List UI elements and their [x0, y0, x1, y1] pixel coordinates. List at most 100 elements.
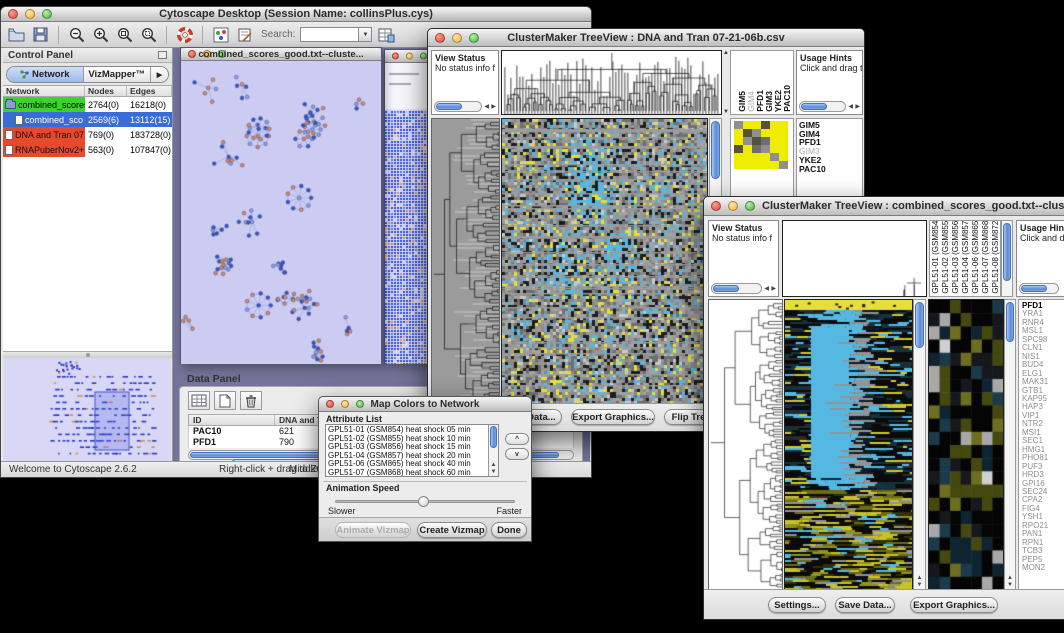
matrix-cell[interactable] [761, 129, 770, 137]
matrix-cell[interactable] [779, 161, 788, 169]
treeview1-titlebar[interactable]: ClusterMaker TreeView : DNA and Tran 07-… [428, 29, 864, 47]
close-icon[interactable] [392, 53, 399, 60]
scrollbar-thumb[interactable] [490, 426, 497, 448]
move-up-button[interactable]: ^ [505, 433, 529, 445]
view-status-scrollbar[interactable] [434, 101, 482, 112]
gene-dendrogram-panel[interactable] [431, 118, 500, 405]
matrix-cell[interactable] [770, 145, 779, 153]
matrix-cell[interactable] [734, 153, 743, 161]
search-dropdown-icon[interactable]: ▼ [358, 28, 371, 41]
matrix-cell[interactable] [734, 145, 743, 153]
matrix-cell[interactable] [743, 145, 752, 153]
matrix-cell[interactable] [743, 161, 752, 169]
zoom-in-icon[interactable] [91, 25, 110, 44]
heatmap-panel[interactable] [784, 299, 913, 591]
matrix-cell[interactable] [779, 137, 788, 145]
scroll-left-icon[interactable]: ◀ [764, 285, 769, 293]
export-graphics-button[interactable]: Export Graphics... [910, 597, 998, 613]
matrix-cell[interactable] [734, 121, 743, 129]
tab-vizmapper[interactable]: VizMapper™ [84, 67, 151, 82]
scroll-down-icon[interactable]: ▼ [723, 109, 729, 115]
matrix-cell[interactable] [752, 145, 761, 153]
network-graph-canvas-2[interactable] [385, 63, 429, 364]
matrix-cell[interactable] [761, 153, 770, 161]
animate-vizmap-button[interactable]: Animate Vizmap [335, 522, 411, 538]
delete-attribute-icon[interactable] [240, 391, 262, 410]
heatmap-canvas[interactable] [785, 300, 912, 590]
scroll-down-icon[interactable]: ▼ [491, 469, 497, 475]
matrix-cell[interactable] [752, 137, 761, 145]
matrix-cell[interactable] [761, 121, 770, 129]
tab-overflow-icon[interactable]: ▶ [151, 67, 168, 82]
float-panel-icon[interactable] [158, 51, 167, 59]
network-table-row[interactable]: DNA and Tran 07769(0)183728(0) [3, 127, 172, 142]
zoom-fit-icon[interactable] [115, 25, 134, 44]
gene-dendrogram-panel[interactable] [708, 299, 783, 591]
correlation-matrix[interactable] [734, 121, 788, 169]
matrix-cell[interactable] [779, 145, 788, 153]
annotation-icon[interactable] [235, 25, 254, 44]
scrollbar-thumb[interactable] [1006, 302, 1014, 342]
matrix-cell[interactable] [752, 121, 761, 129]
view-status-scrollbar[interactable] [711, 283, 762, 294]
matrix-cell[interactable] [770, 153, 779, 161]
zoom-selected-icon[interactable] [139, 25, 158, 44]
array-dendrogram-panel[interactable] [782, 220, 927, 297]
import-table-icon[interactable] [377, 25, 396, 44]
main-titlebar[interactable]: Cytoscape Desktop (Session Name: collins… [1, 7, 591, 22]
attribute-item[interactable]: GPL51-07 (GSM868) heat shock 60 min [328, 469, 498, 477]
scroll-up-icon[interactable]: ▲ [491, 462, 497, 468]
minimize-icon[interactable] [406, 53, 413, 60]
matrix-cell[interactable] [770, 121, 779, 129]
matrix-cell[interactable] [752, 153, 761, 161]
scroll-down-icon[interactable]: ▼ [1007, 582, 1013, 588]
animation-speed-slider[interactable] [335, 500, 515, 503]
heatmap-canvas[interactable] [502, 119, 707, 404]
search-input[interactable]: ▼ [300, 27, 372, 42]
matrix-cell[interactable] [743, 129, 752, 137]
scrollbar-thumb[interactable] [711, 121, 720, 179]
matrix-cell[interactable] [779, 129, 788, 137]
zoom-vscrollbar[interactable]: ▲▼ [1004, 299, 1016, 591]
scroll-left-icon[interactable]: ◀ [484, 103, 489, 111]
network-table-row[interactable]: RNAPuberNov2+563(0)107847(0) [3, 142, 172, 157]
scrollbar-thumb[interactable] [801, 103, 827, 110]
scroll-arrows[interactable]: ▲▼ [914, 575, 925, 589]
matrix-cell[interactable] [743, 121, 752, 129]
array-dendrogram-canvas[interactable] [783, 221, 926, 296]
zoom-heatmap-panel[interactable] [928, 299, 1004, 591]
gene-dendrogram-canvas[interactable] [432, 119, 499, 404]
usage-hints-scrollbar[interactable] [799, 101, 846, 112]
move-down-button[interactable]: v [505, 448, 529, 460]
matrix-cell[interactable] [734, 129, 743, 137]
slider-thumb[interactable] [418, 496, 429, 507]
network-graph-canvas[interactable] [181, 61, 381, 364]
scroll-right-icon[interactable]: ▶ [491, 103, 496, 111]
attribute-list[interactable]: GPL51-01 (GSM854) heat shock 05 minGPL51… [325, 424, 499, 477]
matrix-cell[interactable] [770, 137, 779, 145]
array-labels-scrollbar[interactable] [1001, 220, 1013, 297]
window-controls[interactable] [392, 53, 427, 60]
scrollbar-thumb[interactable] [713, 285, 739, 292]
heatmap-vscrollbar[interactable]: ▲▼ [913, 299, 926, 591]
network-view-2-titlebar[interactable] [385, 50, 429, 63]
export-graphics-button[interactable]: Export Graphics... [571, 409, 655, 425]
vizmapper-icon[interactable] [211, 25, 230, 44]
attribute-list-scrollbar[interactable]: ▲▼ [488, 425, 498, 476]
scrollbar-thumb[interactable] [1003, 223, 1011, 281]
network-table-row[interactable]: combined_scores_2764(0)16218(0) [3, 97, 172, 112]
scroll-up-icon[interactable]: ▲ [1007, 575, 1013, 581]
network-table-row[interactable]: combined_sco2569(6)13112(15) [3, 112, 172, 127]
array-dendrogram-panel[interactable] [501, 50, 722, 115]
matrix-cell[interactable] [743, 137, 752, 145]
search-value[interactable] [301, 28, 358, 41]
scroll-up-icon[interactable]: ▲ [917, 575, 923, 581]
help-lifesaver-icon[interactable] [175, 25, 194, 44]
create-vizmap-button[interactable]: Create Vizmap [417, 522, 487, 538]
scroll-right-icon[interactable]: ▶ [771, 285, 776, 293]
matrix-cell[interactable] [752, 161, 761, 169]
matrix-cell[interactable] [770, 129, 779, 137]
scroll-left-icon[interactable]: ◀ [848, 103, 853, 111]
gene-dendrogram-canvas[interactable] [709, 300, 782, 590]
done-button[interactable]: Done [491, 522, 527, 538]
